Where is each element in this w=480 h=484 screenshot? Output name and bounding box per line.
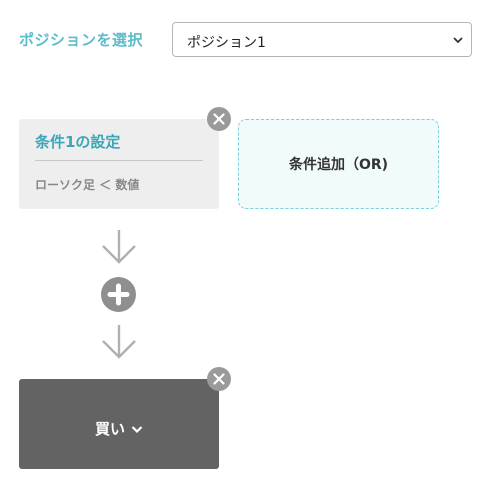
chevron-down-icon: [131, 426, 143, 434]
condition-divider: [35, 160, 203, 161]
arrow-down-icon: [102, 325, 136, 359]
condition-detail: ローソク足 ＜ 数値: [35, 178, 140, 192]
arrow-down-icon: [102, 230, 136, 264]
action-label: 買い: [94, 420, 125, 438]
close-icon: [213, 113, 225, 125]
condition-title: 条件1の設定: [35, 133, 121, 151]
position-select[interactable]: ポジション1: [172, 22, 472, 57]
add-step-button[interactable]: [101, 277, 136, 312]
add-condition-or-button[interactable]: 条件追加（OR): [238, 119, 439, 209]
add-condition-label: 条件追加（OR): [288, 157, 389, 173]
remove-condition-button[interactable]: [207, 107, 231, 131]
close-icon: [213, 373, 225, 385]
action-card[interactable]: 買い: [19, 379, 219, 469]
chevron-down-icon: [453, 37, 463, 44]
condition-card[interactable]: 条件1の設定 ローソク足 ＜ 数値: [19, 119, 219, 209]
action-label-row: 買い: [19, 418, 219, 439]
plus-icon: [107, 283, 130, 306]
position-label: ポジションを選択: [19, 31, 144, 49]
position-select-value: ポジション1: [187, 35, 266, 51]
remove-action-button[interactable]: [207, 367, 231, 391]
